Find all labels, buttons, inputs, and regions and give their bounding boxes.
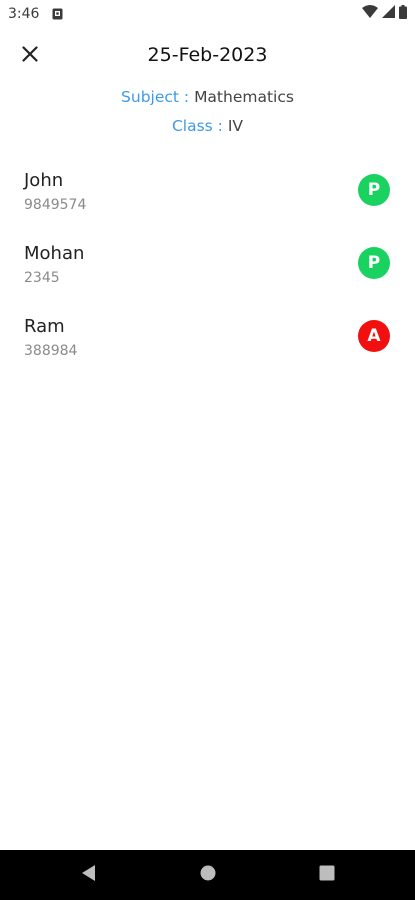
notification-icon: [52, 7, 63, 20]
student-id: 9849574: [24, 197, 87, 213]
back-icon: [79, 863, 97, 888]
class-line: Class : IV: [0, 117, 415, 135]
class-label: Class :: [171, 117, 223, 135]
signal-icon: [382, 5, 395, 23]
status-bar: 3:46: [0, 0, 415, 28]
battery-icon: [399, 4, 407, 24]
student-row[interactable]: Ram 388984 A: [0, 308, 415, 381]
student-id: 2345: [24, 270, 60, 286]
recents-button[interactable]: [316, 864, 338, 886]
attendance-status-badge[interactable]: A: [358, 320, 390, 352]
student-name: John: [24, 170, 64, 191]
attendance-screen: 3:46 25-Feb-2023 Subject: Mathematics C…: [0, 0, 415, 900]
home-button[interactable]: [197, 864, 219, 886]
student-name: Mohan: [24, 243, 85, 264]
student-row[interactable]: John 9849574 P: [0, 162, 415, 235]
subject-label: Subject :: [121, 88, 190, 106]
subject-line: Subject : Mathematics: [0, 88, 415, 106]
subject-value: Mathematics: [194, 88, 294, 106]
attendance-status-badge[interactable]: P: [358, 247, 390, 279]
student-row[interactable]: Mohan 2345 P: [0, 235, 415, 308]
student-name: Ram: [24, 316, 65, 337]
student-id: 388984: [24, 343, 78, 359]
class-value: IV: [227, 117, 244, 135]
attendance-status-badge[interactable]: P: [358, 174, 390, 206]
status-icons: [362, 4, 407, 24]
wifi-icon: [362, 5, 378, 23]
student-list: John 9849574 P Mohan 2345 P Ram 388984 A: [0, 162, 415, 381]
recents-icon: [318, 864, 336, 887]
navigation-bar: [0, 850, 415, 900]
page-title: 25-Feb-2023: [147, 44, 268, 66]
status-time: 3:46: [8, 6, 40, 22]
back-button[interactable]: [77, 864, 99, 886]
home-icon: [199, 864, 217, 887]
